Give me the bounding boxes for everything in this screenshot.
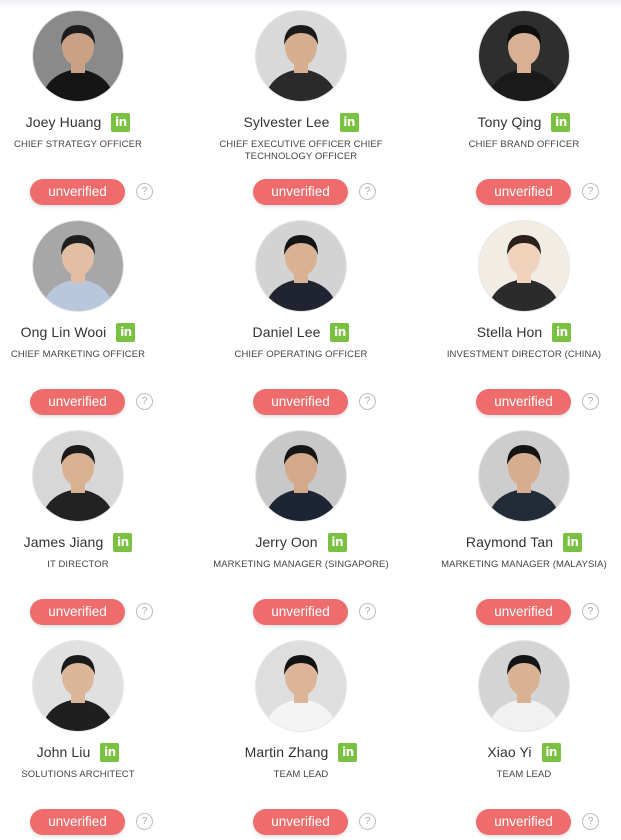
member-title: CHIEF STRATEGY OFFICER [14,139,142,150]
member-title: INVESTMENT DIRECTOR (CHINA) [446,349,602,360]
team-member-card: Daniel Lee in CHIEF OPERATING OFFICER unver… [207,210,414,420]
team-member-card: Xiao Yi in TEAM LEAD unverified? [414,630,621,840]
team-member-card: Raymond Tan in MARKETING MANAGER (MALAYSIA… [414,420,621,630]
member-name-row: Raymond Tan in [465,531,583,553]
member-name: Ong Lin Wooi [20,324,107,340]
question-circle-icon[interactable]: ? [359,813,376,830]
member-photo [256,11,346,101]
unverified-status-button[interactable]: unverified [253,599,348,625]
unverified-status-button[interactable]: unverified [30,809,125,835]
question-circle-icon[interactable]: ? [136,813,153,830]
unverified-status-button[interactable]: unverified [30,179,125,205]
member-photo [479,431,569,521]
team-member-card: Sylvester Lee in CHIEF EXECUTIVE OFFICER C… [207,0,414,210]
member-name-row: Daniel Lee in [253,321,350,343]
member-name: Xiao Yi [487,744,532,760]
team-member-card: Joey Huang in CHIEF STRATEGY OFFICER unveri… [0,0,207,210]
linkedin-icon[interactable]: in [551,112,571,132]
member-name-row: James Jiang in [24,531,133,553]
team-member-card: Tony Qing in CHIEF BRAND OFFICER unverified… [414,0,621,210]
member-name: Tony Qing [477,114,542,130]
member-photo [33,11,123,101]
linkedin-icon[interactable]: in [327,532,347,552]
member-photo [256,221,346,311]
question-circle-icon[interactable]: ? [582,603,599,620]
member-photo [479,11,569,101]
linkedin-icon[interactable]: in [111,112,131,132]
member-photo [33,221,123,311]
member-name-row: John Liu in [37,741,120,763]
member-name-row: Sylvester Lee in [243,111,359,133]
member-title: MARKETING MANAGER (SINGAPORE) [213,559,389,570]
member-name-row: Stella Hon in [477,321,572,343]
member-title: CHIEF OPERATING OFFICER [234,349,368,360]
question-circle-icon[interactable]: ? [582,813,599,830]
linkedin-icon[interactable]: in [541,742,561,762]
member-name-row: Martin Zhang in [245,741,358,763]
member-title: TEAM LEAD [273,769,329,780]
linkedin-icon[interactable]: in [563,532,583,552]
member-photo [256,431,346,521]
unverified-status-button[interactable]: unverified [476,179,571,205]
member-name-row: Ong Lin Wooi in [21,321,136,343]
unverified-status-button[interactable]: unverified [253,179,348,205]
member-name: Stella Hon [476,324,543,340]
linkedin-icon[interactable]: in [339,112,359,132]
linkedin-icon[interactable]: in [116,322,136,342]
member-title: MARKETING MANAGER (MALAYSIA) [441,559,607,570]
question-circle-icon[interactable]: ? [136,393,153,410]
unverified-status-button[interactable]: unverified [253,389,348,415]
question-circle-icon[interactable]: ? [359,393,376,410]
member-photo [256,641,346,731]
unverified-status-button[interactable]: unverified [476,389,571,415]
unverified-status-button[interactable]: unverified [30,599,125,625]
team-member-card: Ong Lin Wooi in CHIEF MARKETING OFFICER unv… [0,210,207,420]
question-circle-icon[interactable]: ? [136,183,153,200]
unverified-status-button[interactable]: unverified [476,599,571,625]
member-title: IT DIRECTOR [47,559,109,570]
member-name: Martin Zhang [244,744,329,760]
member-photo [479,641,569,731]
team-grid: Joey Huang in CHIEF STRATEGY OFFICER unveri… [0,0,621,836]
member-name: John Liu [36,744,91,760]
team-member-card: Martin Zhang in TEAM LEAD unverified? [207,630,414,840]
linkedin-icon[interactable]: in [338,742,358,762]
question-circle-icon[interactable]: ? [582,393,599,410]
member-title: CHIEF BRAND OFFICER [468,139,580,150]
member-name: Sylvester Lee [243,114,330,130]
unverified-status-button[interactable]: unverified [253,809,348,835]
team-member-card: James Jiang in IT DIRECTOR unverified? [0,420,207,630]
linkedin-icon[interactable]: in [552,322,572,342]
linkedin-icon[interactable]: in [113,532,133,552]
member-name: Jerry Oon [255,534,318,550]
linkedin-icon[interactable]: in [330,322,350,342]
member-photo [479,221,569,311]
question-circle-icon[interactable]: ? [136,603,153,620]
member-name-row: Tony Qing in [478,111,571,133]
question-circle-icon[interactable]: ? [359,603,376,620]
member-name: Joey Huang [25,114,102,130]
member-photo [33,431,123,521]
member-name: James Jiang [23,534,104,550]
unverified-status-button[interactable]: unverified [30,389,125,415]
member-name-row: Jerry Oon in [255,531,347,553]
team-member-card: John Liu in SOLUTIONS ARCHITECT unverified? [0,630,207,840]
member-photo [33,641,123,731]
unverified-status-button[interactable]: unverified [476,809,571,835]
member-name-row: Joey Huang in [26,111,131,133]
member-title: SOLUTIONS ARCHITECT [21,769,135,780]
member-title: CHIEF MARKETING OFFICER [10,349,146,360]
question-circle-icon[interactable]: ? [582,183,599,200]
linkedin-icon[interactable]: in [100,742,120,762]
member-name: Daniel Lee [252,324,321,340]
team-member-card: Jerry Oon in MARKETING MANAGER (SINGAPORE)… [207,420,414,630]
member-name-row: Xiao Yi in [487,741,561,763]
member-title: TEAM LEAD [496,769,552,780]
member-title: CHIEF EXECUTIVE OFFICER CHIEF TECHNOLOGY… [219,139,383,162]
team-member-card: Stella Hon in INVESTMENT DIRECTOR (CHINA) u… [414,210,621,420]
member-name: Raymond Tan [465,534,554,550]
question-circle-icon[interactable]: ? [359,183,376,200]
